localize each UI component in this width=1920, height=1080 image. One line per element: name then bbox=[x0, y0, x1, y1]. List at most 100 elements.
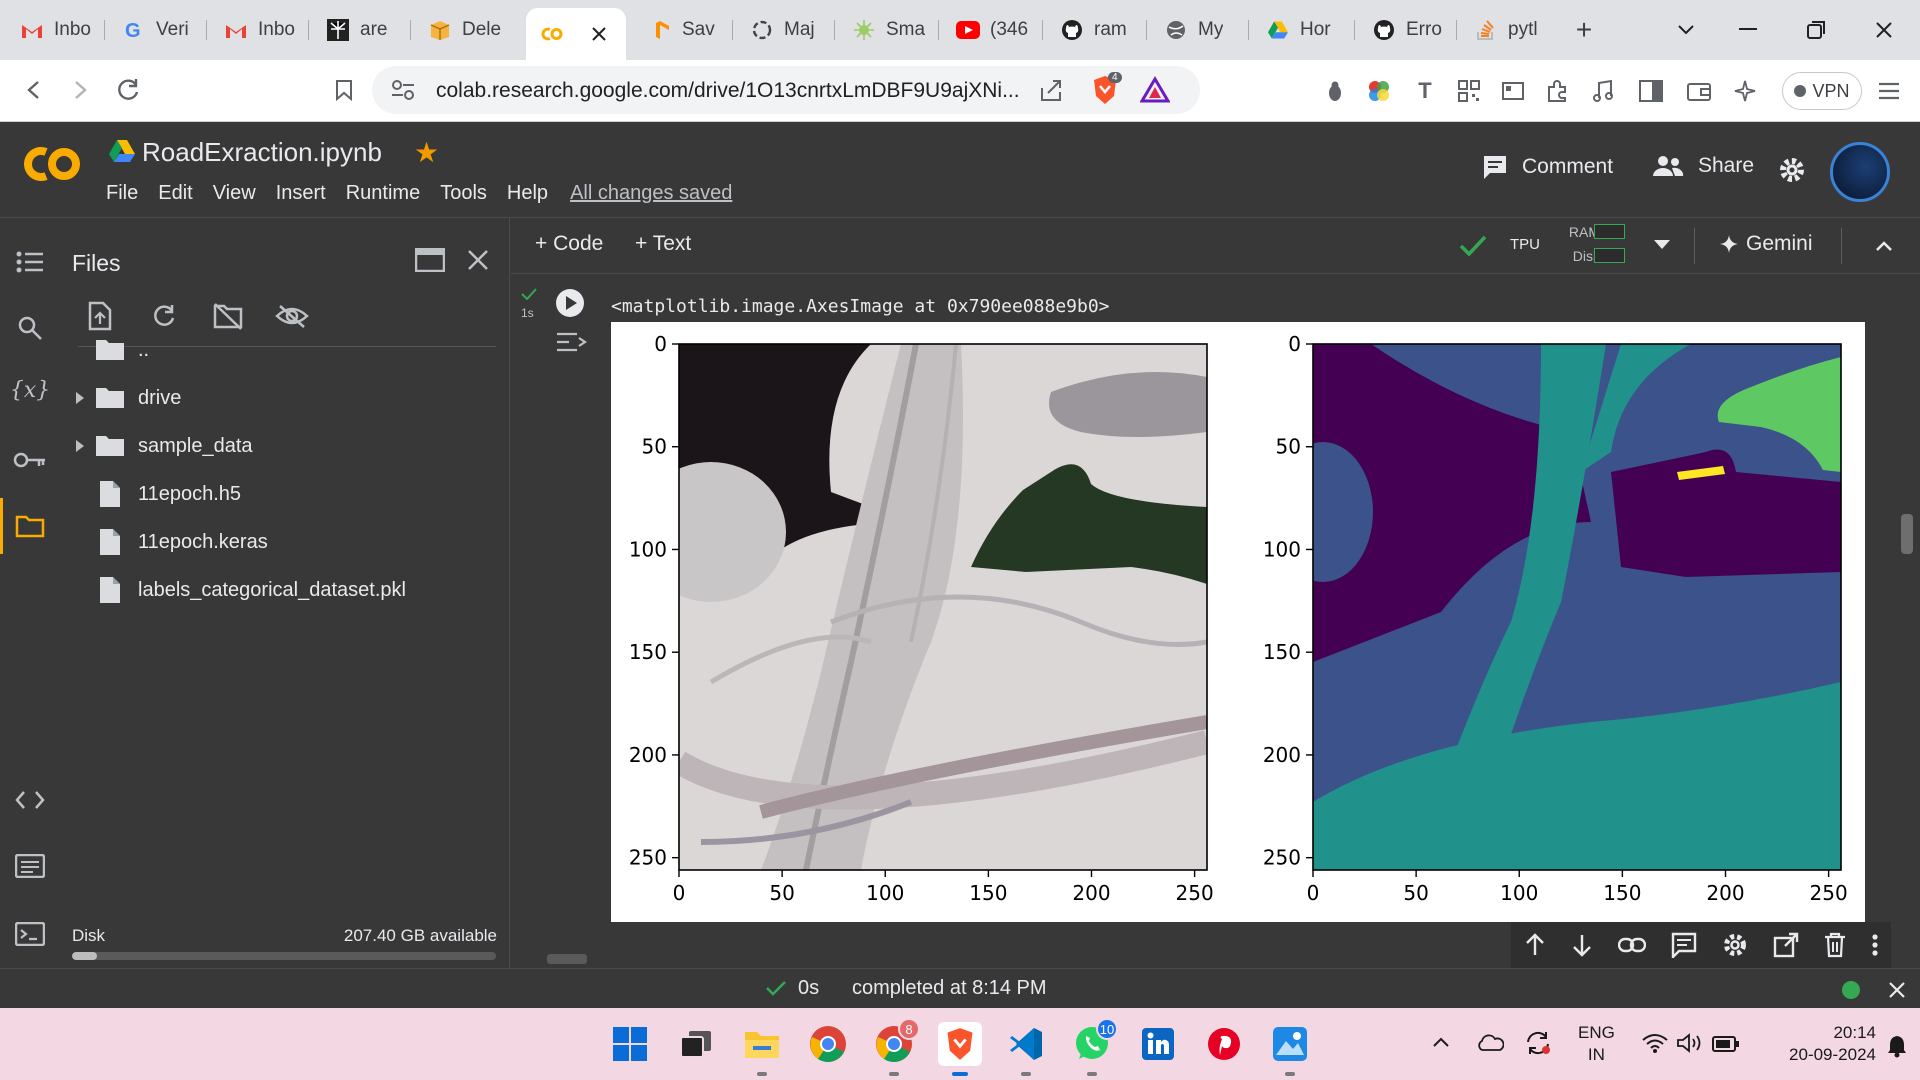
file-row[interactable]: labels_categorical_dataset.pkl bbox=[60, 570, 406, 610]
vscode-icon[interactable] bbox=[1004, 1022, 1048, 1076]
wallet-icon[interactable] bbox=[1682, 74, 1716, 108]
extensions-puzzle-icon[interactable] bbox=[1540, 74, 1574, 108]
menu-tools[interactable]: Tools bbox=[440, 182, 487, 205]
folder-row[interactable]: sample_data bbox=[60, 426, 253, 466]
delete-icon[interactable] bbox=[1824, 932, 1846, 958]
secrets-key-icon[interactable] bbox=[10, 440, 50, 480]
variables-icon[interactable]: {x} bbox=[10, 370, 50, 410]
task-view-icon[interactable] bbox=[674, 1022, 718, 1066]
user-avatar[interactable] bbox=[1830, 142, 1890, 202]
add-code-button[interactable]: + Code bbox=[535, 232, 603, 256]
minimize-button[interactable] bbox=[1730, 12, 1766, 48]
expand-caret-icon[interactable] bbox=[66, 391, 94, 405]
open-in-tab-icon[interactable] bbox=[410, 240, 450, 280]
colab-logo-icon[interactable] bbox=[20, 144, 84, 184]
folder-row[interactable]: .. bbox=[60, 330, 149, 370]
expand-caret-icon[interactable] bbox=[66, 439, 94, 453]
link-icon[interactable] bbox=[1617, 936, 1646, 954]
sync-icon[interactable] bbox=[1524, 1030, 1552, 1056]
collapse-header-chevron-icon[interactable] bbox=[1875, 240, 1893, 252]
browser-tab[interactable]: Sma bbox=[838, 10, 930, 50]
sidebar-toggle-icon[interactable] bbox=[1634, 74, 1668, 108]
terminal-icon[interactable] bbox=[10, 914, 50, 954]
connection-status-dot[interactable] bbox=[1842, 981, 1860, 999]
hide-files-icon[interactable] bbox=[272, 296, 312, 336]
star-icon[interactable]: ★ bbox=[414, 136, 439, 169]
brave-browser-icon[interactable] bbox=[938, 1022, 982, 1076]
ram-meter[interactable] bbox=[1594, 224, 1625, 239]
comment-button[interactable]: Comment bbox=[1482, 154, 1613, 180]
code-snippets-icon[interactable] bbox=[10, 780, 50, 820]
browser-tab[interactable]: Erro bbox=[1358, 10, 1450, 50]
browser-tab[interactable]: G Veri bbox=[108, 10, 200, 50]
unmount-drive-icon[interactable] bbox=[208, 296, 248, 336]
browser-tab[interactable]: Sav bbox=[634, 10, 726, 50]
menu-view[interactable]: View bbox=[213, 182, 256, 205]
close-statusbar-icon[interactable] bbox=[1888, 981, 1906, 999]
reload-button[interactable] bbox=[108, 70, 148, 110]
onedrive-cloud-icon[interactable] bbox=[1476, 1034, 1504, 1052]
open-in-tab-cell-icon[interactable] bbox=[1773, 932, 1799, 958]
browser-tab[interactable]: Dele bbox=[414, 10, 506, 50]
wifi-icon[interactable] bbox=[1642, 1032, 1668, 1054]
browser-tab[interactable]: ram bbox=[1046, 10, 1138, 50]
files-folder-icon[interactable] bbox=[10, 506, 50, 546]
color-picker-extension-icon[interactable] bbox=[1362, 74, 1396, 108]
tab-active[interactable] bbox=[526, 8, 626, 60]
browser-menu-icon[interactable] bbox=[1872, 74, 1906, 108]
run-cell-button[interactable] bbox=[555, 288, 585, 318]
chrome-profile-icon[interactable]: 8 bbox=[872, 1018, 920, 1076]
google-drive-icon[interactable] bbox=[108, 138, 136, 164]
forward-button[interactable] bbox=[60, 70, 100, 110]
output-actions-icon[interactable] bbox=[555, 328, 587, 356]
browser-tab[interactable]: Maj bbox=[736, 10, 828, 50]
share-page-icon[interactable] bbox=[1038, 78, 1064, 104]
notifications-bell-icon[interactable] bbox=[1886, 1034, 1908, 1058]
save-status-link[interactable]: All changes saved bbox=[570, 182, 732, 205]
file-explorer-icon[interactable] bbox=[740, 1022, 784, 1076]
chrome-icon[interactable] bbox=[806, 1022, 850, 1066]
url-text[interactable]: colab.research.google.com/drive/1O13cnrt… bbox=[436, 79, 1020, 103]
close-tab-icon[interactable] bbox=[592, 27, 606, 41]
menu-edit[interactable]: Edit bbox=[158, 182, 192, 205]
disk-meter[interactable] bbox=[1594, 248, 1625, 263]
whatsapp-icon[interactable]: 10 bbox=[1070, 1018, 1118, 1076]
tab-manager-icon[interactable] bbox=[1496, 74, 1530, 108]
menu-help[interactable]: Help bbox=[507, 182, 548, 205]
brave-rewards-icon[interactable] bbox=[1140, 76, 1170, 104]
new-tab-button[interactable]: + bbox=[1568, 14, 1600, 46]
move-down-icon[interactable] bbox=[1571, 933, 1593, 957]
address-bar[interactable]: colab.research.google.com/drive/1O13cnrt… bbox=[372, 66, 1200, 114]
text-extension-icon[interactable]: T bbox=[1408, 74, 1442, 108]
gemini-button[interactable]: Gemini bbox=[1720, 232, 1813, 256]
pinterest-icon[interactable] bbox=[1202, 1022, 1246, 1066]
menu-file[interactable]: File bbox=[106, 182, 138, 205]
horizontal-scrollbar[interactable] bbox=[547, 954, 587, 964]
browser-tab[interactable]: are bbox=[312, 10, 404, 50]
restore-button[interactable] bbox=[1798, 12, 1834, 48]
file-row[interactable]: 11epoch.h5 bbox=[60, 474, 241, 514]
show-hidden-icons-chevron[interactable] bbox=[1432, 1036, 1450, 1048]
tab-search-chevron-icon[interactable] bbox=[1668, 12, 1704, 48]
volume-icon[interactable] bbox=[1676, 1032, 1704, 1054]
start-button[interactable] bbox=[608, 1022, 652, 1066]
browser-tab[interactable]: Inbo bbox=[210, 10, 302, 50]
settings-gear-icon[interactable] bbox=[1778, 156, 1806, 184]
bug-extension-icon[interactable] bbox=[1318, 74, 1352, 108]
browser-tab[interactable]: Inbo bbox=[6, 10, 98, 50]
runtime-dropdown-icon[interactable] bbox=[1654, 240, 1670, 250]
close-window-button[interactable] bbox=[1866, 12, 1902, 48]
move-up-icon[interactable] bbox=[1524, 933, 1546, 957]
menu-insert[interactable]: Insert bbox=[276, 182, 326, 205]
clock[interactable]: 20:14 20-09-2024 bbox=[1756, 1022, 1876, 1066]
music-icon[interactable] bbox=[1586, 74, 1620, 108]
battery-icon[interactable] bbox=[1712, 1036, 1740, 1052]
brave-shields-icon[interactable]: 4 bbox=[1090, 72, 1122, 106]
bookmark-icon[interactable] bbox=[324, 70, 364, 110]
browser-tab[interactable]: (346 bbox=[942, 10, 1034, 50]
comment-cell-icon[interactable] bbox=[1671, 932, 1697, 958]
vertical-scrollbar[interactable] bbox=[1901, 514, 1913, 554]
file-row[interactable]: 11epoch.keras bbox=[60, 522, 268, 562]
runtime-type[interactable]: TPU bbox=[1510, 236, 1540, 253]
vpn-button[interactable]: VPN bbox=[1782, 72, 1862, 110]
